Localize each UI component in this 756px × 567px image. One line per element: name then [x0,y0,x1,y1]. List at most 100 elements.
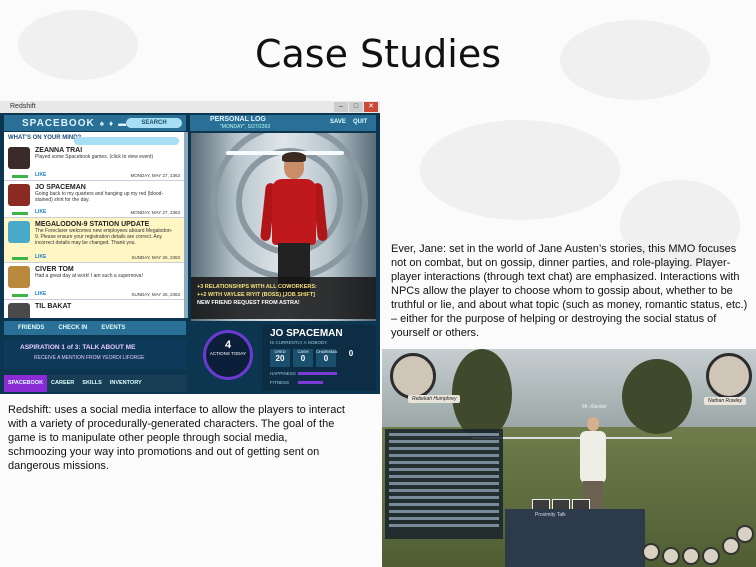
everjane-screenshot: Mr. Alastair Rebekah Humphrey Nathan Row… [382,349,756,567]
player-label: Mr. Alastair [582,404,607,410]
post-author[interactable]: MEGALODON-9 STATION UPDATE [35,221,175,228]
post-date: SUNDAY, MAY 26, 2363 [131,292,180,297]
post-author[interactable]: CIVER TOM [35,266,175,273]
personal-log-header: PERSONAL LOG "MONDAY", 5/27/2363 SAVE QU… [190,115,376,131]
left-portrait[interactable] [390,353,436,399]
redshift-screenshot: Redshift – □ ✕ SPACEBOOK ♠ ♦ ▬ SEARCH WH… [0,101,380,394]
like-button[interactable]: LIKE [35,209,46,215]
tab-inventory[interactable]: INVENTORY [106,375,146,392]
right-portrait[interactable] [706,353,752,399]
save-button[interactable]: SAVE [330,119,346,125]
feed-post[interactable]: ZEANNA TRAI Played some Spacebook games. … [4,144,184,181]
fitness-label: FITNESS [270,380,290,385]
character-hair [282,152,306,162]
log-message: +3 RELATIONSHIPS WITH ALL COWORKERS: [197,284,317,290]
quit-button[interactable]: QUIT [353,119,367,125]
window-titlebar: Redshift – □ ✕ [0,101,380,113]
profile-name: JO SPACEMAN [270,328,343,339]
feed-post[interactable]: JO SPACEMAN Going back to my quarters and… [4,181,184,218]
action-icon[interactable] [682,547,700,565]
action-icon[interactable] [662,547,680,565]
left-portrait-name: Rebekah Humphrey [408,395,461,403]
player-body[interactable] [580,431,606,483]
events-button[interactable]: EVENTS [101,325,125,331]
rocket-icon[interactable]: ♦ [109,119,113,128]
stat-charisma: CHARISMA 0 [316,349,337,367]
feed-post[interactable]: CIVER TOM Had a great day at work! I am s… [4,263,184,300]
maximize-icon[interactable]: □ [349,102,363,112]
post-author[interactable]: JO SPACEMAN [35,184,175,191]
window-controls: – □ ✕ [334,102,378,112]
check-in-button[interactable]: CHECK IN [58,325,87,331]
aspiration-title: ASPIRATION 1 of 3: TALK ABOUT ME [20,344,136,351]
log-message: NEW FRIEND REQUEST FROM ASTRA! [197,300,300,306]
actions-count: 4 [224,339,232,351]
bell-icon[interactable]: ♠ [100,119,104,128]
tree [622,359,692,434]
personal-log-title: PERSONAL LOG [210,116,266,123]
stat-cred: CRED 20 [270,349,290,367]
like-meter [12,257,28,260]
tab-spacebook[interactable]: SPACEBOOK [4,375,48,392]
player-head [587,417,599,431]
post-date: MONDAY, MAY 27, 2363 [130,210,180,215]
post-text: Going back to my quarters and hanging up… [35,191,164,203]
happiness-meter [298,372,337,375]
window-title: Redshift [10,103,36,110]
post-author[interactable]: ZEANNA TRAI [35,147,175,154]
spacebook-nav: FRIENDS CHECK IN EVENTS [4,321,186,335]
post-date: SUNDAY, MAY 26, 2363 [131,255,180,260]
feed-post[interactable]: TIL BAKAT [4,300,184,318]
spacebook-feed: WHAT'S ON YOUR MIND? ZEANNA TRAI Played s… [4,132,184,318]
search-button[interactable]: SEARCH [126,118,183,128]
spacebook-header: SPACEBOOK ♠ ♦ ▬ SEARCH [4,115,186,131]
chat-icon[interactable]: ▬ [118,119,126,128]
happiness-label: HAPPINESS [270,371,296,376]
like-button[interactable]: LIKE [35,254,46,260]
avatar[interactable] [8,303,30,318]
feed-post[interactable]: MEGALODON-9 STATION UPDATE The Foreclarer… [4,218,184,263]
like-meter [12,294,28,297]
action-icon[interactable] [736,525,754,543]
post-author[interactable]: TIL BAKAT [35,303,175,310]
proximity-panel-label: Proximity Talk [535,512,566,518]
avatar[interactable] [8,184,30,206]
avatar[interactable] [8,221,30,243]
aspiration-panel[interactable]: ASPIRATION 1 of 3: TALK ABOUT ME RECEIVE… [4,339,187,369]
like-meter [12,212,28,215]
log-messages: +3 RELATIONSHIPS WITH ALL COWORKERS: ++2… [191,277,376,319]
profile-panel: JO SPACEMAN IS CURRENTLY A NOBODY. CRED 2… [262,325,376,391]
redshift-caption: Redshift: uses a social media interface … [8,404,345,472]
log-message: ++2 WITH VAYLEE RIYIT (BOSS) [JOB SHIFT] [197,292,315,298]
friends-button[interactable]: FRIENDS [18,325,44,331]
tab-career[interactable]: CAREER [47,375,78,392]
feed-scrollbar[interactable] [184,132,188,318]
stat-cash: CASH 0 [293,349,313,367]
close-icon[interactable]: ✕ [364,102,378,112]
actions-label: ACTIONS TODAY [209,351,247,356]
like-meter [12,175,28,178]
proximity-panel[interactable]: Proximity Talk [505,509,645,567]
post-text: Played some Spacebook games. (click to v… [35,154,154,160]
post-text: Had a great day at work! I am such a sup… [35,273,143,279]
profile-subtitle: IS CURRENTLY A NOBODY. [270,340,328,345]
main-tabs: SPACEBOOK CAREER SKILLS INVENTORY [4,375,187,392]
like-button[interactable]: LIKE [35,172,46,178]
fitness-meter [298,381,323,384]
sky [382,349,756,429]
post-date: MONDAY, MAY 27, 2363 [130,173,180,178]
avatar[interactable] [8,266,30,288]
tree [452,349,512,439]
post-text: The Foreclarer welcomes new employees ab… [35,228,173,246]
avatar[interactable] [8,147,30,169]
background-shape [420,120,620,220]
slide-title: Case Studies [254,32,502,76]
personal-log-date: "MONDAY", 5/27/2363 [220,124,271,130]
actions-counter: 4 ACTIONS TODAY [203,330,253,380]
tab-skills[interactable]: SKILLS [78,375,106,392]
like-button[interactable]: LIKE [35,291,46,297]
action-icon[interactable] [702,547,720,565]
action-icon[interactable] [642,543,660,561]
minimize-icon[interactable]: – [334,102,348,112]
chat-log[interactable] [385,429,503,539]
